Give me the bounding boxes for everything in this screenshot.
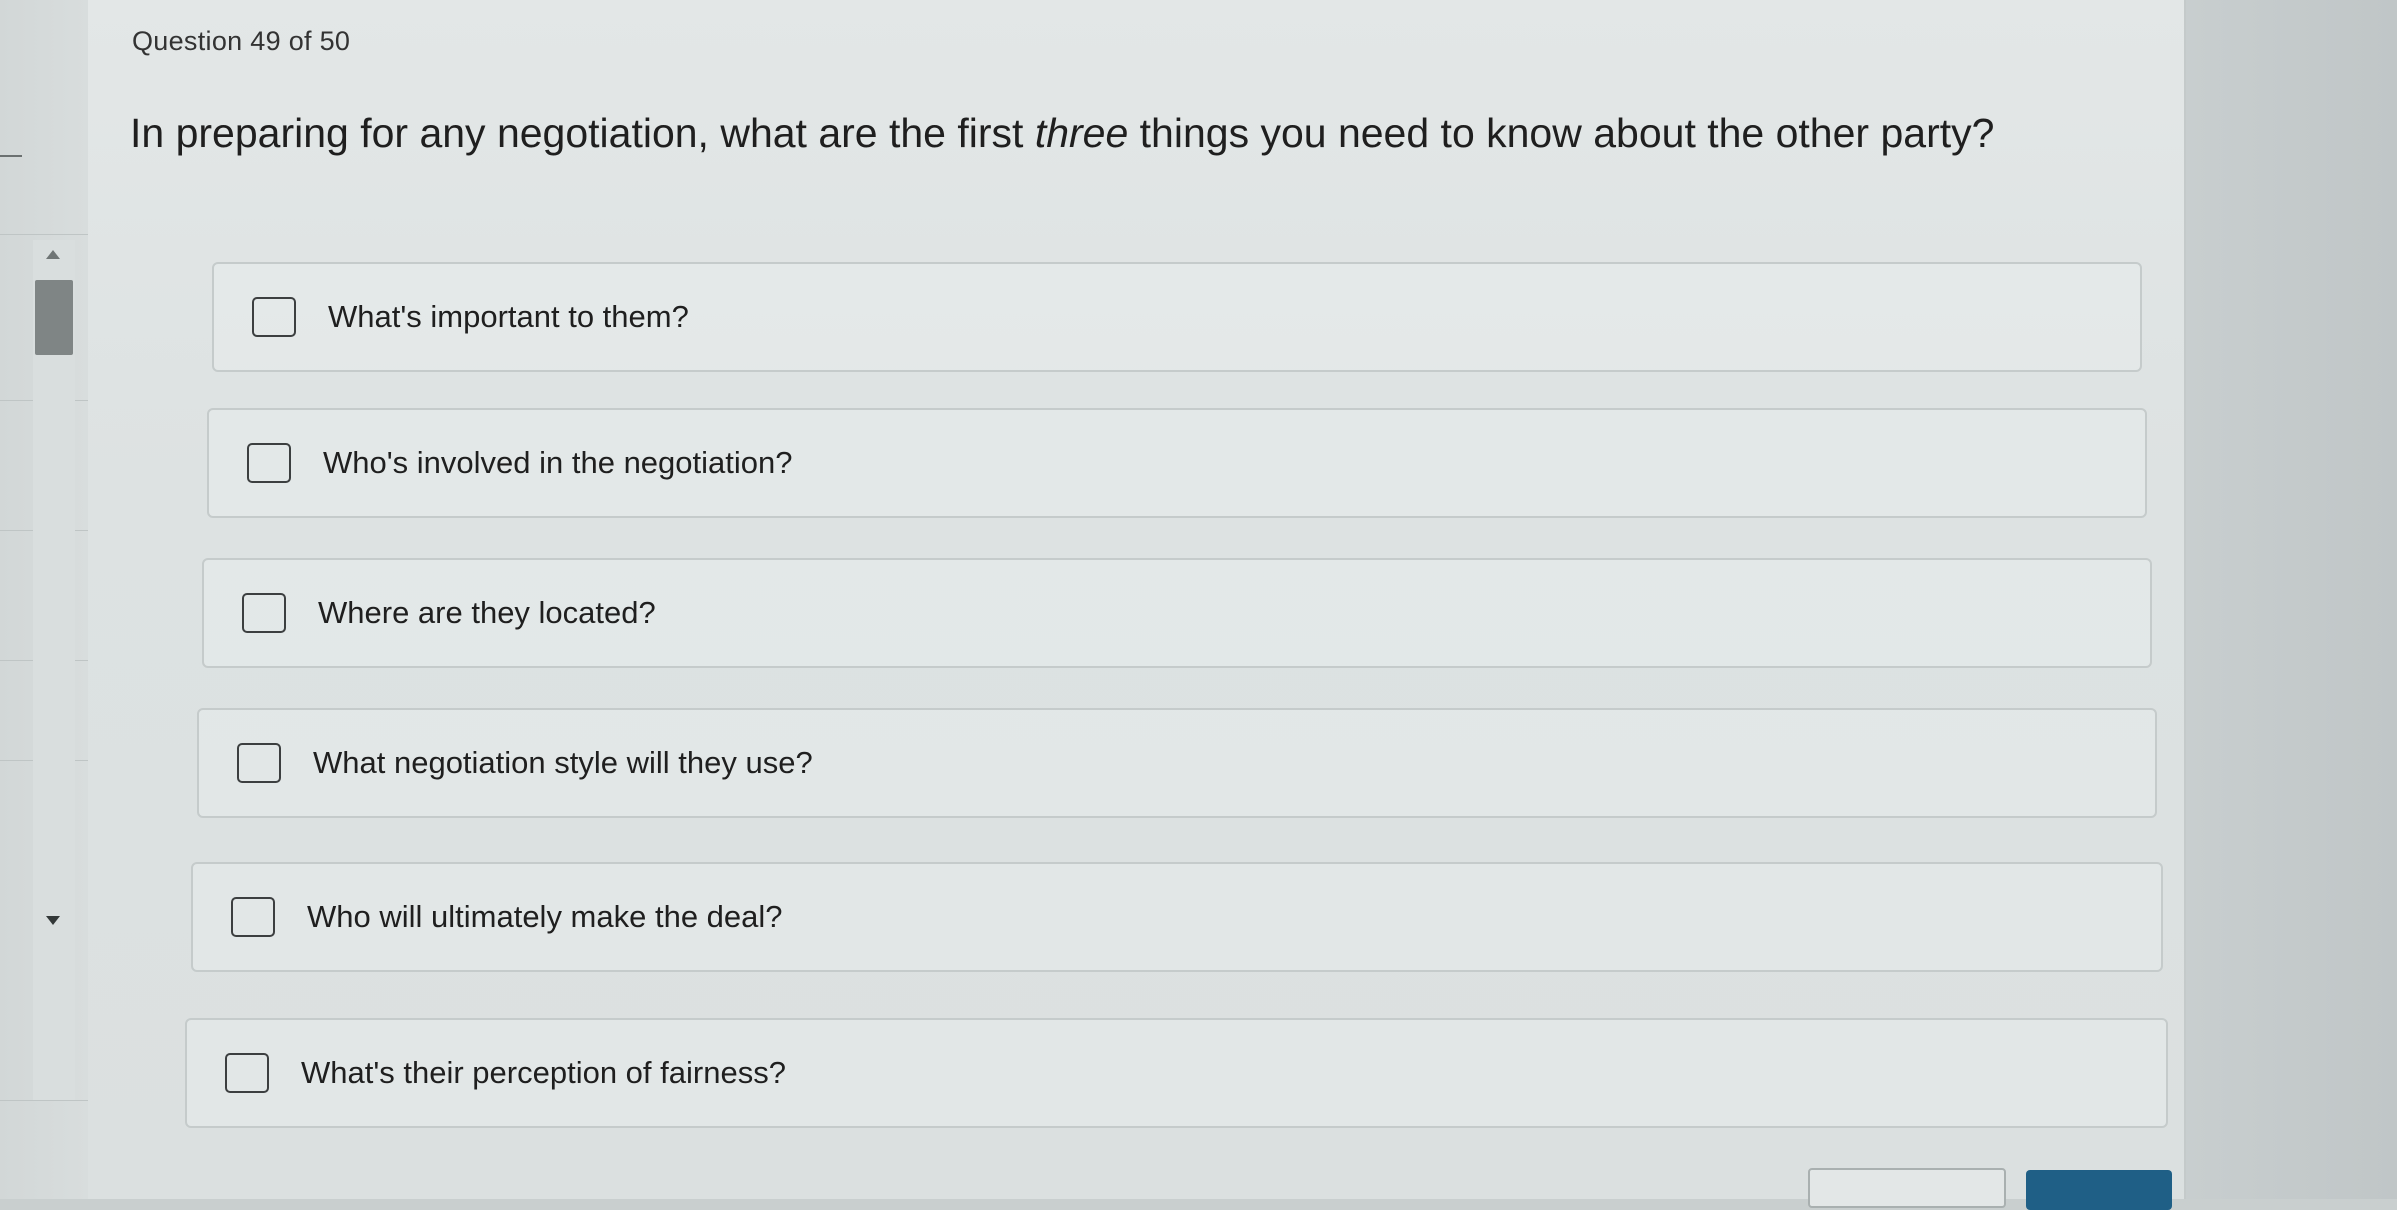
left-side-panel <box>0 0 90 1199</box>
option-label: Who will ultimately make the deal? <box>307 899 783 934</box>
checkbox[interactable] <box>242 593 286 633</box>
answer-option-2[interactable]: Who's involved in the negotiation? <box>207 408 2147 518</box>
option-label: Where are they located? <box>318 595 656 630</box>
next-button[interactable] <box>2026 1170 2172 1210</box>
checkbox[interactable] <box>252 297 296 337</box>
answer-option-4[interactable]: What negotiation style will they use? <box>197 708 2157 818</box>
checkbox[interactable] <box>237 743 281 783</box>
question-text-part-2: things you need to know about the other … <box>1128 110 1995 156</box>
scrollbar-thumb[interactable] <box>35 280 73 355</box>
side-divider <box>0 1100 88 1101</box>
option-label: What's important to them? <box>328 299 689 334</box>
right-margin <box>2186 0 2397 1199</box>
option-label: What's their perception of fairness? <box>301 1055 786 1090</box>
option-label: What negotiation style will they use? <box>313 745 813 780</box>
question-text-part-1: In preparing for any negotiation, what a… <box>130 110 1035 156</box>
scroll-down-arrow-icon[interactable] <box>46 916 60 925</box>
previous-button[interactable] <box>1808 1168 2006 1208</box>
side-divider <box>0 234 88 235</box>
checkbox[interactable] <box>247 443 291 483</box>
checkbox[interactable] <box>225 1053 269 1093</box>
question-text-emphasis: three <box>1034 110 1129 156</box>
scroll-up-arrow-icon[interactable] <box>46 250 60 259</box>
side-panel-marker <box>0 155 22 157</box>
option-label: Who's involved in the negotiation? <box>323 445 793 480</box>
scrollbar-track[interactable] <box>33 240 75 1100</box>
answer-option-1[interactable]: What's important to them? <box>212 262 2142 372</box>
answer-option-6[interactable]: What's their perception of fairness? <box>185 1018 2168 1128</box>
answer-option-5[interactable]: Who will ultimately make the deal? <box>191 862 2163 972</box>
question-text: In preparing for any negotiation, what a… <box>130 106 2160 160</box>
question-counter: Question 49 of 50 <box>132 26 351 56</box>
checkbox[interactable] <box>231 897 275 937</box>
answer-option-3[interactable]: Where are they located? <box>202 558 2152 668</box>
